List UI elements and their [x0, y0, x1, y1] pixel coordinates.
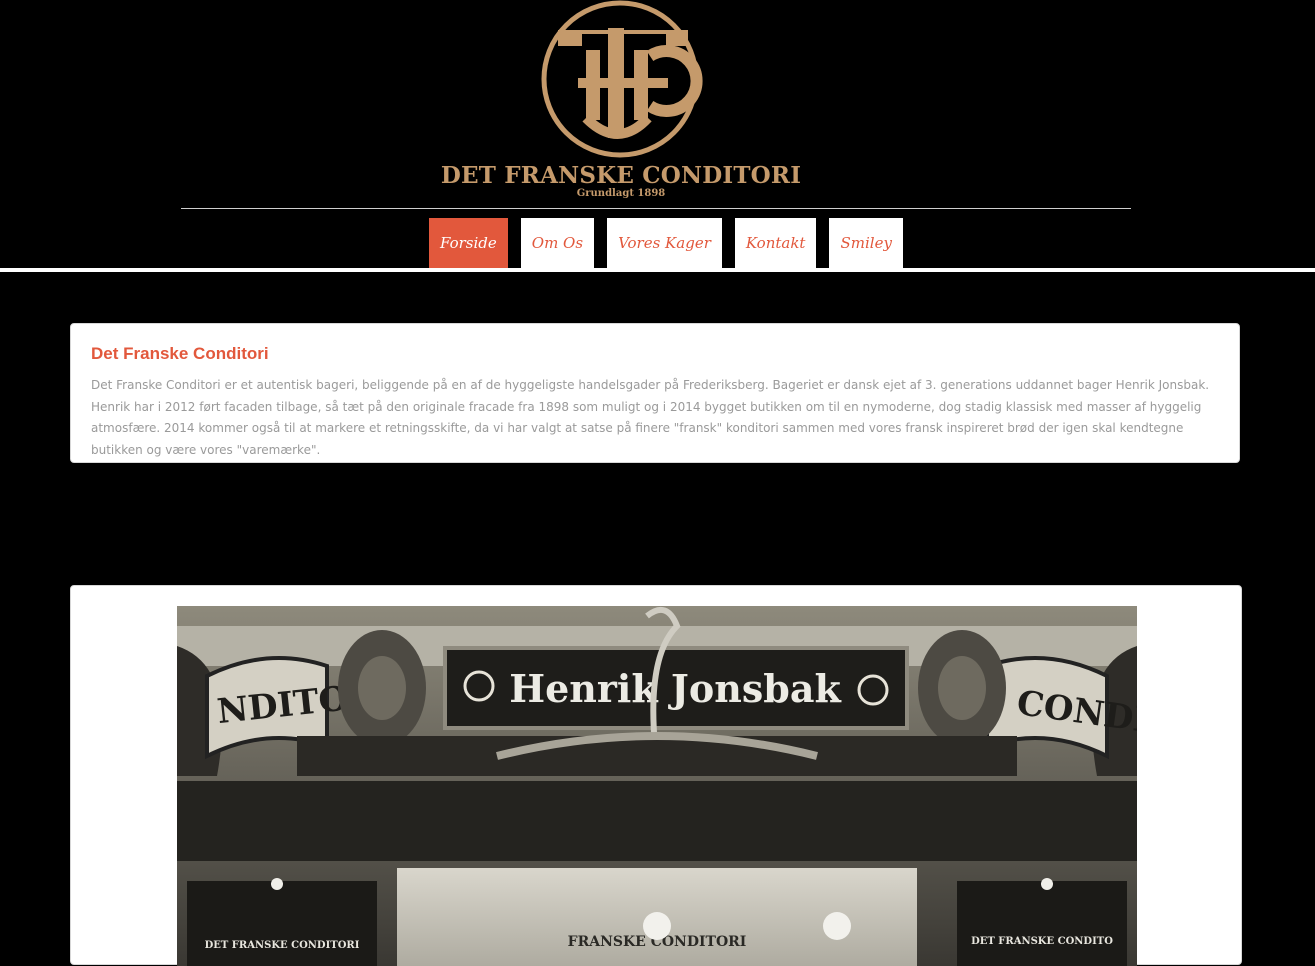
nav-item-forside[interactable]: Forside	[429, 218, 508, 268]
nav-item-vores-kager[interactable]: Vores Kager	[607, 218, 722, 268]
window-text-right: DET FRANSKE CONDITO	[971, 936, 1113, 947]
brand-name: DET FRANSKE CONDITORI	[440, 162, 802, 189]
intro-panel: Det Franske Conditori Det Franske Condit…	[70, 323, 1240, 463]
storefront-sign-text: Henrik Jonsbak	[509, 666, 841, 711]
nav-item-om-os[interactable]: Om Os	[520, 218, 595, 268]
site-header: DET FRANSKE CONDITORI Grundlagt 1898	[0, 0, 1315, 205]
nav-underline-band	[0, 268, 1315, 272]
brand-tagline: Grundlagt 1898	[576, 188, 666, 199]
intro-title: Det Franske Conditori	[91, 344, 269, 363]
window-text-left: DET FRANSKE CONDITORI	[205, 940, 360, 951]
photo-panel: NDITORI CONDI Henrik Jonsbak DET FRANSKE…	[70, 585, 1242, 966]
nav-item-kontakt[interactable]: Kontakt	[734, 218, 817, 268]
monogram-logo[interactable]	[538, 0, 704, 162]
header-divider	[181, 208, 1131, 209]
main-navigation: Forside Om Os Vores Kager Kontakt Smiley	[429, 218, 903, 268]
nav-item-smiley[interactable]: Smiley	[829, 218, 903, 268]
storefront-photo: NDITORI CONDI Henrik Jonsbak DET FRANSKE…	[177, 606, 1137, 966]
intro-text: Det Franske Conditori er et autentisk ba…	[91, 378, 1210, 457]
